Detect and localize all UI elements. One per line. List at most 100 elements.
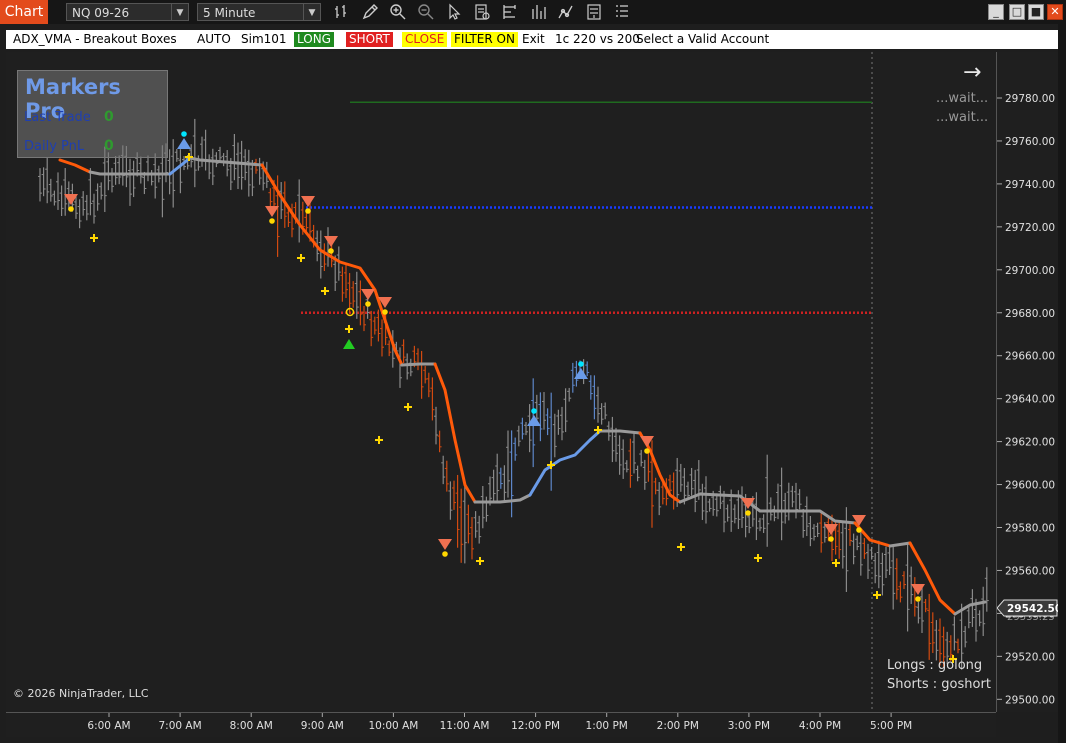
- current-price-label: 29542.50: [1007, 603, 1059, 615]
- chart-trader-icon[interactable]: [613, 3, 631, 21]
- time-tick-label: 7:00 AM: [159, 720, 202, 732]
- time-tick-label: 6:00 AM: [87, 720, 130, 732]
- time-axis[interactable]: 6:00 AM 7:00 AM 8:00 AM 9:00 AM 10:00 AM 11:0…: [6, 712, 1054, 737]
- price-tick-label: 29620.00: [1005, 437, 1055, 449]
- sell-dot: [305, 208, 311, 214]
- price-tick-label: 29740.00: [1005, 179, 1055, 191]
- price-axis-canvas: 29780.00 29760.00 29740.00 29720.00 29700.00…: [996, 93, 1062, 706]
- long-button[interactable]: LONG: [294, 32, 334, 47]
- minimize-button[interactable]: _: [988, 4, 1004, 20]
- price-tick-label: 29780.00: [1005, 93, 1055, 105]
- buy-dot: [578, 361, 584, 367]
- pointer-icon[interactable]: [445, 3, 463, 21]
- templates-icon[interactable]: [501, 3, 519, 21]
- sell-dot: [382, 309, 388, 315]
- longs-signal-text: Longs : golong: [887, 658, 983, 673]
- window-border: [1058, 24, 1066, 743]
- price-tick-label: 29640.00: [1005, 394, 1055, 406]
- strategy-name: ADX_VMA - Breakout Boxes: [13, 32, 177, 46]
- sell-arrow-icon: [361, 289, 375, 300]
- title-bar: Chart NQ 09-26 ▼ 5 Minute ▼ _ □ ■ ✕: [0, 0, 1066, 24]
- app-label[interactable]: Chart: [0, 0, 48, 24]
- time-tick-label: 2:00 PM: [657, 720, 699, 732]
- chevron-down-icon[interactable]: ▼: [303, 4, 320, 20]
- zoom-in-icon[interactable]: [389, 3, 407, 21]
- sell-arrow-icon: [438, 539, 452, 550]
- time-tick-label: 4:00 PM: [799, 720, 841, 732]
- price-tick-label: 29520.00: [1005, 651, 1055, 663]
- last-trade-value: 0: [104, 109, 114, 125]
- sell-dot: [442, 551, 448, 557]
- indicators-icon[interactable]: [557, 3, 575, 21]
- sell-arrow-icon: [911, 584, 925, 595]
- maximize-button[interactable]: ■: [1028, 4, 1044, 20]
- strategies-icon[interactable]: [529, 3, 547, 21]
- price-tick-label: 29600.00: [1005, 480, 1055, 492]
- sell-arrow-icon: [324, 236, 338, 247]
- copyright-text: © 2026 NinjaTrader, LLC: [13, 687, 149, 700]
- time-tick-label: 12:00 PM: [511, 720, 560, 732]
- short-button[interactable]: SHORT: [346, 32, 393, 47]
- draw-pencil-icon[interactable]: [361, 3, 379, 21]
- last-trade-label: Last Trade: [24, 110, 91, 125]
- price-tick-label: 29500.00: [1005, 694, 1055, 706]
- price-bars: [38, 118, 989, 670]
- exit-button[interactable]: Exit: [522, 30, 545, 49]
- zoom-out-icon[interactable]: [417, 3, 435, 21]
- account-select-button[interactable]: Select a Valid Account: [636, 30, 769, 49]
- vma-line: [953, 600, 987, 616]
- vma-line: [433, 362, 477, 504]
- sell-dot: [365, 301, 371, 307]
- price-tick-label: 29580.00: [1005, 523, 1055, 535]
- interval-selector[interactable]: 5 Minute ▼: [197, 3, 321, 21]
- instrument-value: NQ 09-26: [72, 6, 130, 20]
- sell-dot: [644, 448, 650, 454]
- daily-pnl-value: 0: [104, 138, 114, 154]
- account-label: Sim101: [241, 32, 287, 46]
- shorts-signal-text: Shorts : goshort: [887, 677, 991, 692]
- properties-icon[interactable]: [473, 3, 491, 21]
- sell-dot: [328, 248, 334, 254]
- sell-arrow-icon: [265, 206, 279, 217]
- close-window-button[interactable]: ✕: [1047, 4, 1063, 20]
- data-box-icon[interactable]: [585, 3, 603, 21]
- time-tick-label: 3:00 PM: [728, 720, 770, 732]
- close-position-button[interactable]: CLOSE: [402, 32, 448, 47]
- arrow-right-icon[interactable]: →: [963, 60, 981, 85]
- buy-dot: [181, 131, 187, 137]
- entry-arrow-icon: [343, 339, 355, 349]
- contracts-info: 1c 220 vs 200: [555, 32, 640, 46]
- sell-dot: [68, 206, 74, 212]
- vma-line: [58, 158, 92, 174]
- wait-text: ...wait...: [936, 110, 989, 125]
- interval-value: 5 Minute: [203, 6, 256, 20]
- vma-line: [598, 429, 642, 435]
- price-tick-label: 29700.00: [1005, 265, 1055, 277]
- sell-dot: [856, 527, 862, 533]
- vma-line: [188, 156, 264, 167]
- markers-pro-panel: Markers Pro Last Trade 0 Daily PnL 0: [17, 70, 168, 158]
- bars-type-icon[interactable]: [333, 3, 351, 21]
- price-tick-label: 29660.00: [1005, 351, 1055, 363]
- time-tick-label: 1:00 PM: [586, 720, 628, 732]
- sell-dot: [828, 536, 834, 542]
- price-axis[interactable]: 29780.00 29760.00 29740.00 29720.00 29700.00…: [996, 52, 1062, 712]
- time-tick-label: 10:00 AM: [368, 720, 418, 732]
- time-tick-label: 11:00 AM: [440, 720, 490, 732]
- restore-button[interactable]: □: [1009, 4, 1025, 20]
- buy-dot: [531, 408, 537, 414]
- sell-dot: [915, 596, 921, 602]
- vma-line: [908, 541, 957, 616]
- price-tick-label: 29760.00: [1005, 136, 1055, 148]
- strategy-toolbar: ADX_VMA - Breakout Boxes AUTO Sim101 LON…: [6, 30, 1058, 49]
- time-tick-label: 8:00 AM: [230, 720, 273, 732]
- vma-line: [400, 362, 437, 367]
- chevron-down-icon[interactable]: ▼: [171, 4, 188, 20]
- sell-dot: [745, 510, 751, 516]
- auto-mode-button[interactable]: AUTO: [197, 30, 231, 49]
- wait-text: ...wait...: [936, 91, 989, 106]
- time-tick-label: 5:00 PM: [870, 720, 912, 732]
- filter-toggle-button[interactable]: FILTER ON: [451, 32, 518, 47]
- time-tick-label: 9:00 AM: [301, 720, 344, 732]
- instrument-selector[interactable]: NQ 09-26 ▼: [66, 3, 189, 21]
